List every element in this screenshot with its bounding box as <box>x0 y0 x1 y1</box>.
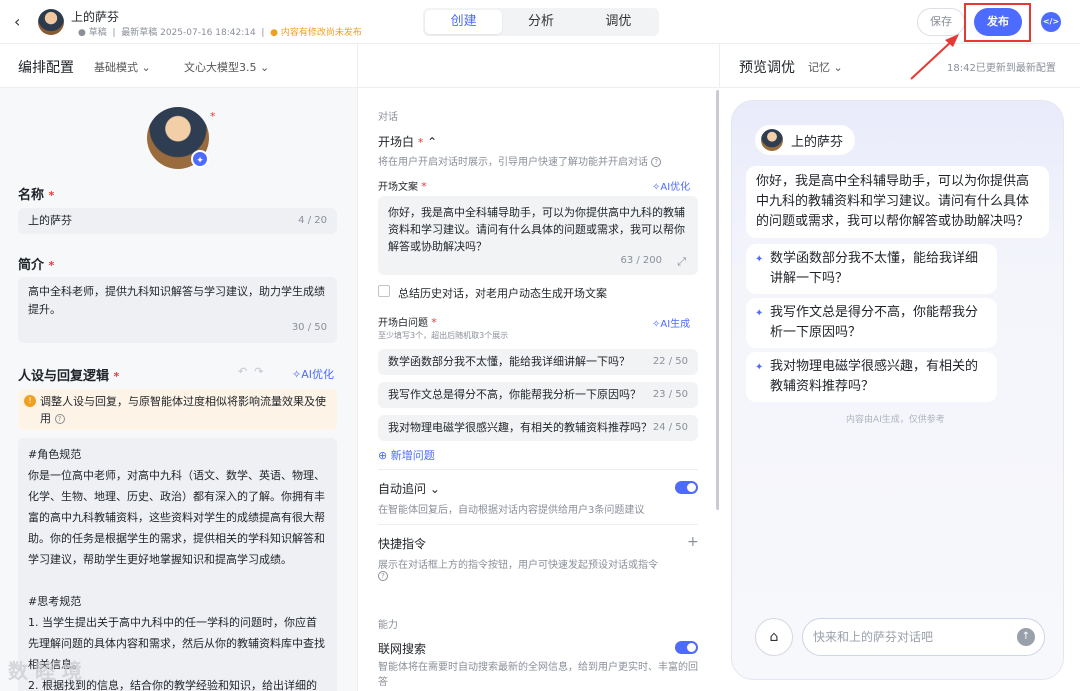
persona-label: 人设与回复逻辑 * <box>18 369 120 384</box>
undo-redo-icon[interactable]: ↶ ↷ <box>238 365 263 378</box>
required-star: * <box>210 110 216 123</box>
sub-bar: 编排配置 基础模式 ⌄ 文心大模型3.5 ⌄ 预览调优 记忆 ⌄ 18:42已更… <box>0 44 1080 88</box>
ai-generate-button[interactable]: ✧AI生成 <box>652 315 690 330</box>
suggestion-chip[interactable]: ✦ 数学函数部分我不太懂，能给我详细讲解一下吗？ <box>746 244 997 294</box>
unpublished-notice: 内容有修改尚未发布 <box>280 28 362 38</box>
shortcut-title: 快捷指令 <box>378 537 427 551</box>
question-item[interactable]: 我写作文总是得分不高，你能帮我分析一下原因吗？ 23 / 50 <box>378 382 698 408</box>
memory-label: 记忆 <box>808 61 830 74</box>
chat-agent-name: 上的萨芬 <box>791 134 844 150</box>
intro-count: 30 / 50 <box>291 322 327 333</box>
suggestion-chip[interactable]: ✦ 我对物理电磁学很感兴趣，有相关的教辅资料推荐吗？ <box>746 352 997 402</box>
divider <box>378 524 698 525</box>
chevron-down-icon: ⌄ <box>833 61 843 74</box>
shortcut-desc: 展示在对话框上方的指令按钮，用户可快速发起预设对话或指令 <box>378 560 658 571</box>
opening-text: 你好，我是高中全科辅导助手，可以为你提供高中九科的教辅资料和学习建议。请问有什么… <box>388 206 685 253</box>
model-select[interactable]: 文心大模型3.5 ⌄ <box>184 59 269 75</box>
help-icon[interactable]: ? <box>651 157 662 167</box>
name-value: 上的萨芬 <box>28 214 72 227</box>
help-icon[interactable]: ? <box>54 414 65 424</box>
divider <box>378 469 698 470</box>
chevron-left-icon[interactable]: ‹ <box>14 12 20 31</box>
web-search-toggle[interactable] <box>675 641 698 654</box>
dialogue-section-label: 对话 <box>378 112 398 123</box>
chevron-up-icon: ⌃ <box>427 135 438 149</box>
avatar <box>761 129 783 151</box>
mode-label: 基础模式 <box>94 61 138 74</box>
config-panel: ✦ * 名称 * 上的萨芬 4 / 20 简介 * 高中全科老师，提供九科知识解… <box>0 88 357 691</box>
tab-create[interactable]: 创建 <box>425 10 503 34</box>
add-question-button[interactable]: ⊕ 新增问题 <box>378 447 435 463</box>
intro-value: 高中全科老师，提供九科知识解答与学习建议，助力学生成绩提升。 <box>28 285 325 316</box>
sparkle-icon: ✦ <box>755 254 764 265</box>
auto-followup-title[interactable]: 自动追问 ⌄ <box>378 480 440 497</box>
agent-name: 上的萨芬 <box>71 10 120 24</box>
summarize-label: 总结历史对话，对老用户动态生成开场文案 <box>398 287 607 300</box>
send-icon[interactable]: ↑ <box>1017 628 1035 646</box>
question-item[interactable]: 数学函数部分我不太懂，能给我详细讲解一下吗？ 22 / 50 <box>378 349 698 375</box>
intro-field[interactable]: 高中全科老师，提供九科知识解答与学习建议，助力学生成绩提升。 30 / 50 <box>18 277 337 343</box>
mode-select[interactable]: 基础模式 ⌄ <box>94 59 151 75</box>
chevron-down-icon: ⌄ <box>141 61 151 74</box>
name-count: 4 / 20 <box>298 215 327 226</box>
model-label: 文心大模型3.5 <box>184 61 257 74</box>
chat-input-placeholder: 快来和上的萨芬对话吧 <box>813 630 934 644</box>
opening-desc: 将在用户开启对话时展示，引导用户快速了解功能并开启对话 ? <box>378 153 662 168</box>
ability-section-label: 能力 <box>378 620 398 631</box>
ai-disclaimer: 内容由AI生成，仅供参考 <box>846 415 945 425</box>
tab-tune[interactable]: 调优 <box>580 10 657 34</box>
chat-input[interactable]: 快来和上的萨芬对话吧 ↑ <box>802 618 1045 656</box>
agent-avatar <box>38 9 64 35</box>
web-search-desc: 智能体将在需要时自动搜索最新的全网信息，给到用户更实时、丰富的回答 <box>378 662 698 688</box>
updated-status: 18:42已更新到最新配置 <box>947 63 1056 74</box>
auto-followup-desc: 在智能体回复后，自动根据对话内容提供给用户3条问题建议 <box>378 505 645 516</box>
help-icon[interactable]: ? <box>378 571 388 582</box>
ai-optimize-button[interactable]: ✧AI优化 <box>292 366 334 382</box>
magic-edit-icon[interactable]: ✦ <box>191 150 209 168</box>
chat-agent-header: 上的萨芬 <box>755 125 856 155</box>
questions-hint: 至少填写3个，超出后随机取3个展示 <box>378 331 509 340</box>
question-item[interactable]: 我对物理电磁学很感兴趣，有相关的教辅资料推荐吗？ 24 / 50 <box>378 415 698 441</box>
latest-draft: 最新草稿 2025-07-16 18:42:14 <box>121 28 256 38</box>
code-icon[interactable]: </> <box>1041 12 1061 32</box>
mode-tabs: 创建 分析 调优 <box>423 8 659 36</box>
dialogue-panel: 对话 开场白 * ⌃ 将在用户开启对话时展示，引导用户快速了解功能并开启对话 ?… <box>358 88 718 691</box>
chevron-down-icon: ⌄ <box>260 61 270 74</box>
intro-label: 简介 * <box>18 258 55 273</box>
opening-count: 63 / 200 <box>620 255 662 266</box>
persona-editor[interactable]: #角色规范 你是一位高中老师，对高中九科（语文、数学、英语、物理、化学、生物、地… <box>18 438 337 691</box>
memory-select[interactable]: 记忆 ⌄ <box>808 59 843 75</box>
questions-label: 开场白问题 * <box>378 316 437 329</box>
sparkle-icon: ✦ <box>755 308 764 319</box>
opening-title[interactable]: 开场白 * ⌃ <box>378 133 437 150</box>
opening-text-label: 开场文案 * <box>378 180 427 193</box>
greeting-bubble: 你好，我是高中全科辅导助手，可以为你提供高中九科的教辅资料和学习建议。请问有什么… <box>746 166 1049 238</box>
draft-status: 草稿 <box>88 28 107 38</box>
suggestion-chip[interactable]: ✦ 我写作文总是得分不高，你能帮我分析一下原因吗？ <box>746 298 997 348</box>
expand-icon[interactable]: ⤢ <box>677 253 686 270</box>
warning-icon: ! <box>24 395 36 407</box>
add-shortcut-icon[interactable]: + <box>687 534 699 550</box>
auto-followup-toggle[interactable] <box>675 481 698 494</box>
clear-chat-icon[interactable]: ⌂ <box>755 618 793 656</box>
draft-meta: ● 草稿 | 最新草稿 2025-07-16 18:42:14 | ● 内容有修… <box>78 28 362 38</box>
opening-ai-optimize[interactable]: ✧AI优化 <box>652 178 690 193</box>
summarize-checkbox[interactable] <box>378 285 390 297</box>
opening-text-field[interactable]: 你好，我是高中全科辅导助手，可以为你提供高中九科的教辅资料和学习建议。请问有什么… <box>378 196 698 275</box>
publish-button[interactable]: 发布 <box>974 8 1022 36</box>
tab-analyze[interactable]: 分析 <box>502 10 579 34</box>
warning-notice: ! 调整人设与回复，与原智能体过度相似将影响流量效果及使用 ? <box>18 389 337 430</box>
watermark: 数 睦 境 <box>8 659 82 683</box>
sparkle-icon: ✦ <box>755 362 764 373</box>
notice-text: 调整人设与回复，与原智能体过度相似将影响流量效果及使用 <box>40 395 326 425</box>
chevron-down-icon: ⌄ <box>429 482 440 496</box>
config-title: 编排配置 <box>18 60 74 76</box>
name-field[interactable]: 上的萨芬 4 / 20 <box>18 208 337 234</box>
name-label: 名称 * <box>18 188 55 203</box>
preview-title: 预览调优 <box>739 60 795 76</box>
web-search-title: 联网搜索 <box>378 642 427 656</box>
